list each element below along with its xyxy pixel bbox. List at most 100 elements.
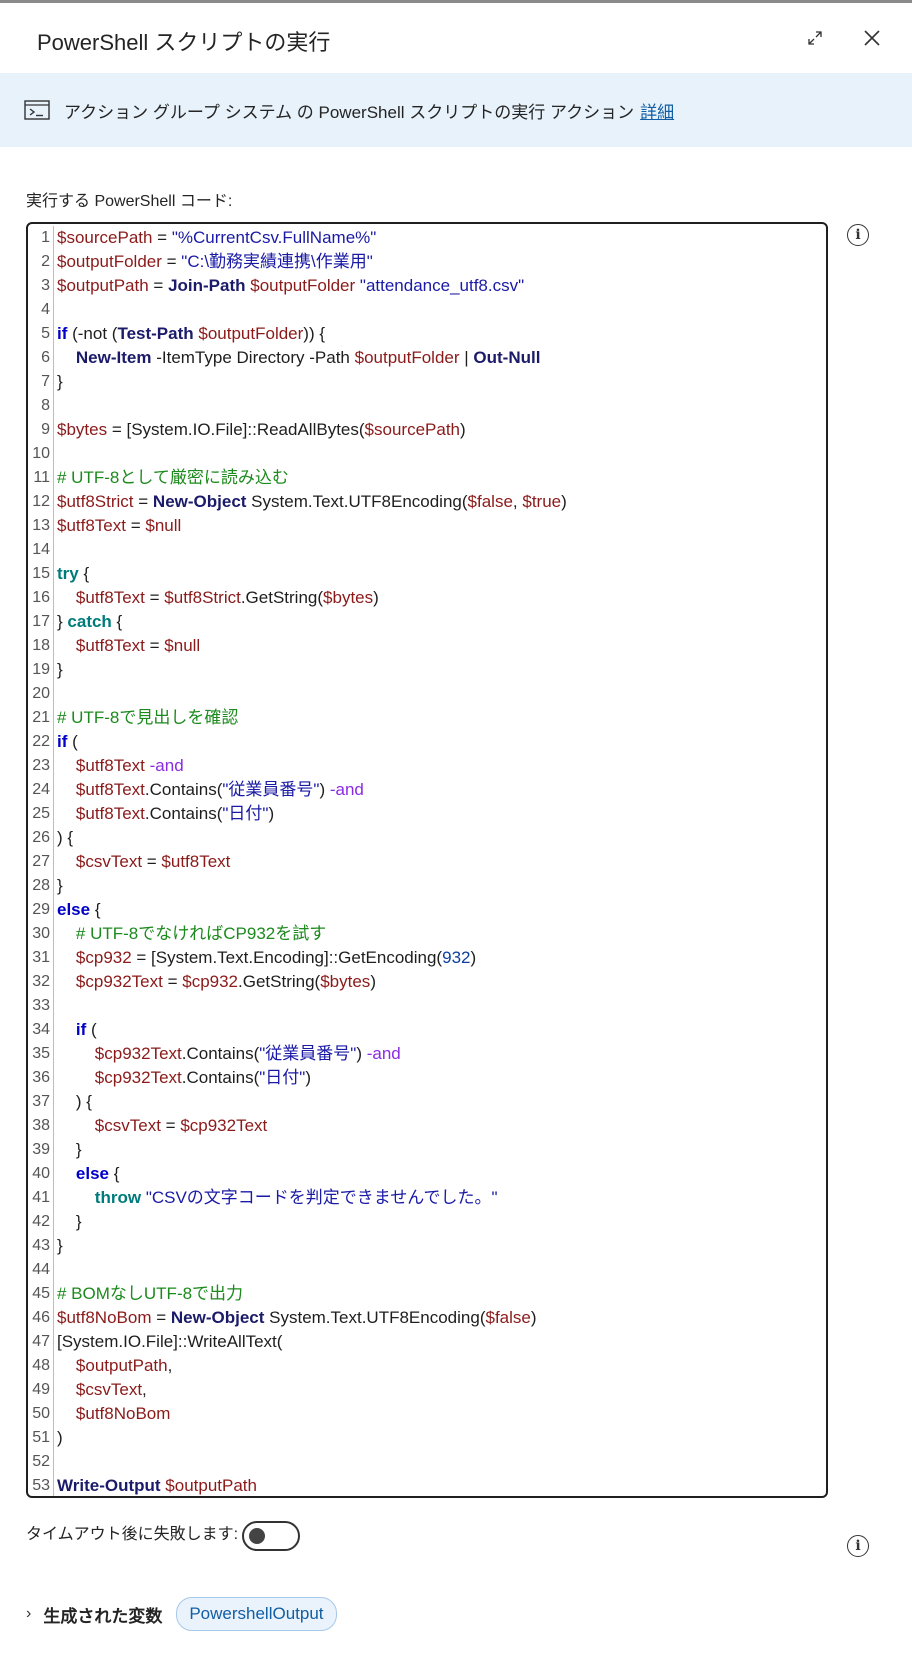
code-line: 27 $csvText = $utf8Text <box>28 850 826 874</box>
code-text: ) { <box>54 1090 92 1114</box>
code-token: } <box>57 876 63 895</box>
generated-variables: › 生成された変数 PowershellOutput <box>26 1597 337 1631</box>
code-text: $csvText = $utf8Text <box>54 850 231 874</box>
timeout-label: タイムアウト後に失敗します: <box>26 1526 239 1543</box>
code-token: # UTF-8でなければCP932を試す <box>75 924 327 943</box>
code-token: [System.IO.File]::WriteAllText( <box>57 1332 283 1351</box>
code-token: "従業員番号" <box>259 1044 357 1063</box>
code-text: $outputFolder = "C:\勤務実績連携\作業用" <box>54 250 373 274</box>
code-token: -and <box>366 1044 401 1063</box>
code-token: , <box>167 1356 173 1375</box>
code-token: $cp932 <box>182 972 239 991</box>
code-token: # UTF-8として厳密に読み込む <box>57 468 289 487</box>
expand-button[interactable] <box>798 21 832 55</box>
code-editor[interactable]: 1 $sourcePath = "%CurrentCsv.FullName%" 2 $… <box>26 222 828 1498</box>
code-line: 46 $utf8NoBom = New-Object System.Text.UT… <box>28 1306 826 1330</box>
code-info-icon[interactable]: i <box>847 224 869 246</box>
line-number: 1 <box>28 226 54 250</box>
code-token: Out-Null <box>473 348 541 367</box>
line-number: 52 <box>28 1450 54 1474</box>
code-text: New-Item -ItemType Directory -Path $outp… <box>54 346 541 370</box>
code-token: -and <box>329 780 364 799</box>
code-text: # BOMなしUTF-8で出力 <box>54 1282 243 1306</box>
code-line: 10 <box>28 442 826 466</box>
code-token: New-Item <box>75 348 152 367</box>
code-token: = <box>148 276 169 295</box>
code-token: -ItemType Directory -Path <box>151 348 355 367</box>
variable-chip[interactable]: PowershellOutput <box>176 1597 337 1631</box>
code-token: $utf8Text <box>161 852 231 871</box>
line-number: 42 <box>28 1210 54 1234</box>
code-line: 26) { <box>28 826 826 850</box>
code-line: 52 <box>28 1450 826 1474</box>
line-number: 17 <box>28 610 54 634</box>
code-token: ) <box>470 948 477 967</box>
line-number: 18 <box>28 634 54 658</box>
code-token: if <box>75 1020 87 1039</box>
code-line: 32 $cp932Text = $cp932.GetString($bytes) <box>28 970 826 994</box>
code-token: else <box>75 1164 109 1183</box>
code-token: else <box>57 900 91 919</box>
code-token: $cp932Text <box>94 1044 182 1063</box>
code-token: ) <box>561 492 567 511</box>
code-text: $utf8NoBom = New-Object System.Text.UTF8… <box>54 1306 537 1330</box>
code-token: $utf8Text <box>75 756 145 775</box>
code-text: $cp932Text.Contains("従業員番号") -and <box>54 1042 401 1066</box>
line-number: 7 <box>28 370 54 394</box>
code-text: ) <box>54 1426 63 1450</box>
chevron-right-icon[interactable]: › <box>26 1605 31 1623</box>
line-number: 10 <box>28 442 54 466</box>
code-field-label: 実行する PowerShell コード: <box>26 193 233 210</box>
code-line: 50 $utf8NoBom <box>28 1402 826 1426</box>
code-text: $utf8NoBom <box>54 1402 171 1426</box>
code-line: 43} <box>28 1234 826 1258</box>
code-token: ( <box>67 732 78 751</box>
line-number: 14 <box>28 538 54 562</box>
code-token: $sourcePath <box>57 228 153 247</box>
details-link[interactable]: 詳細 <box>640 98 674 123</box>
code-line: 42 } <box>28 1210 826 1234</box>
code-token: } <box>57 660 63 679</box>
line-number: 26 <box>28 826 54 850</box>
code-text: } <box>54 1138 82 1162</box>
code-token: { <box>78 564 90 583</box>
timeout-info-icon[interactable]: i <box>847 1535 869 1557</box>
code-line: 2 $outputFolder = "C:\勤務実績連携\作業用" <box>28 250 826 274</box>
code-token: ) <box>305 1068 311 1087</box>
code-text: # UTF-8として厳密に読み込む <box>54 466 289 490</box>
line-number: 48 <box>28 1354 54 1378</box>
code-token: $true <box>522 492 562 511</box>
code-line: 11 # UTF-8として厳密に読み込む <box>28 466 826 490</box>
line-number: 8 <box>28 394 54 418</box>
code-token: , <box>512 492 523 511</box>
code-line: 7} <box>28 370 826 394</box>
line-number: 38 <box>28 1114 54 1138</box>
code-token: ) <box>268 804 275 823</box>
code-token: ) <box>373 588 379 607</box>
code-token: System.Text.UTF8Encoding( <box>246 492 468 511</box>
code-line: 48 $outputPath, <box>28 1354 826 1378</box>
close-button[interactable] <box>855 21 889 55</box>
timeout-toggle[interactable] <box>242 1521 300 1551</box>
code-token: catch <box>67 612 112 631</box>
line-number: 16 <box>28 586 54 610</box>
dialog-header: PowerShell スクリプトの実行 <box>0 3 912 73</box>
code-token: ) { <box>57 828 74 847</box>
code-line: 22 if ( <box>28 730 826 754</box>
code-token: = [System.IO.File]::ReadAllBytes( <box>107 420 365 439</box>
line-number: 51 <box>28 1426 54 1450</box>
code-text: } <box>54 370 63 394</box>
code-line: 1 $sourcePath = "%CurrentCsv.FullName%" <box>28 226 826 250</box>
code-line: 15 try { <box>28 562 826 586</box>
line-number: 34 <box>28 1018 54 1042</box>
code-line: 20 <box>28 682 826 706</box>
